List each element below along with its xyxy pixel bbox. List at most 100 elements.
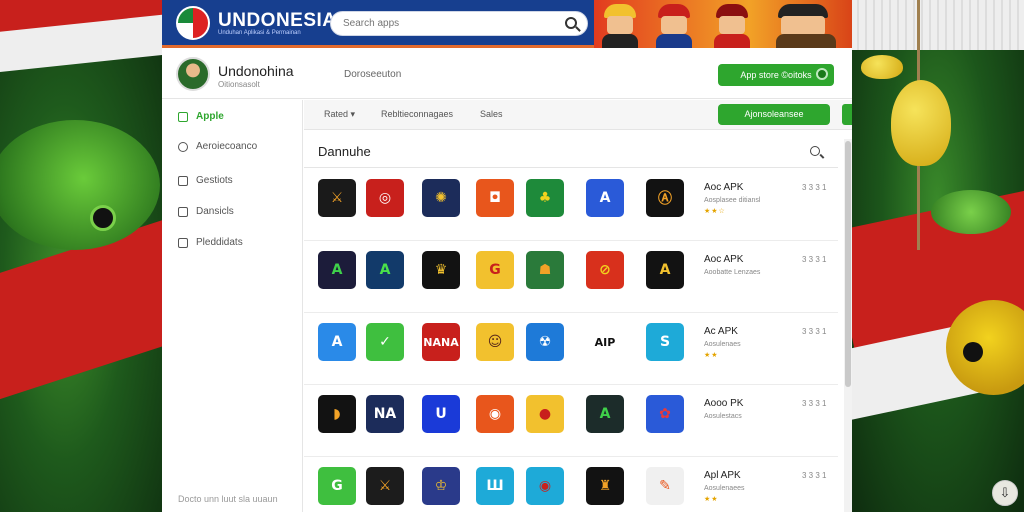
sidebar-item-details[interactable]: Dansicls [162,197,303,227]
user-name: Undonohina [218,63,294,79]
app-icon[interactable]: ✓ [366,323,404,361]
app-icon[interactable]: ☢ [526,323,564,361]
app-icon[interactable]: G [476,251,514,289]
app-icon[interactable]: ♣ [526,179,564,217]
app-list-panel: Dannuhe ⚔ ◎ ✺ ◘ ♣ A Ⓐ Aoc APK Aosplasee ditiansl… [304,131,852,512]
app-size: 3 3 3 1 [802,399,827,408]
app-icon[interactable]: ● [526,395,564,433]
sidebar-item-games[interactable]: Gestiots [162,166,303,196]
sidebar-item-products[interactable]: Pleddidats [162,228,303,258]
mascot-figure [772,2,842,48]
app-icon[interactable]: NANA [422,323,460,361]
app-icon[interactable]: ⚔ [366,467,404,505]
app-size: 3 3 3 1 [802,471,827,480]
sidebar-item-label: Dansicls [196,206,234,217]
filter-bar: Rated ▾ Rebltieconnagaes Sales Ajonsolea… [304,100,852,130]
app-icon[interactable]: Ш [476,467,514,505]
app-icon[interactable]: A [646,251,684,289]
filter-action-button[interactable]: Ajonsoleansee [718,104,830,125]
home-icon [178,112,188,122]
top-bar: UNDONESIA Unduhan Aplikasi & Permainan [162,0,852,48]
store-icon [816,68,828,80]
app-subtitle: Aoobatte Lenzaes [704,269,761,276]
brand-logo-icon[interactable] [176,6,210,40]
app-subtitle: Aosulenaes [704,341,741,348]
sidebar-item-label: Pleddidats [196,237,243,248]
app-name: Ac APK [704,326,738,337]
avatar[interactable] [176,57,210,91]
mascot-figure [710,2,754,48]
background-right: ⇩ [851,0,1024,512]
tab-sales[interactable]: Sales [480,109,503,119]
header-banner [594,0,852,48]
app-icon[interactable]: ◎ [366,179,404,217]
app-icon[interactable]: A [366,251,404,289]
download-fab-icon[interactable]: ⇩ [992,480,1018,506]
mascot-figure [652,2,696,48]
rating-stars: ★★☆ [704,208,726,215]
app-icon[interactable]: A [318,323,356,361]
app-name: Aooo PK [704,398,744,409]
sidebar-item-label: Gestiots [196,175,233,186]
scrollbar[interactable] [844,139,852,512]
mascot-figure [598,2,642,48]
document-icon [178,238,188,248]
app-icon[interactable]: ⊘ [586,251,624,289]
list-item[interactable]: G ⚔ ♔ Ш ◉ ♜ ✎ Apl APK Aosulenaees ★★ 3 3 3 1 [304,457,838,512]
app-icon[interactable]: ⚔ [318,179,356,217]
app-icon[interactable]: ☺ [476,323,514,361]
app-icon[interactable]: ♛ [422,251,460,289]
app-subtitle: Aosulestacs [704,413,742,420]
app-icon[interactable]: S [646,323,684,361]
list-item[interactable]: A ✓ NANA ☺ ☢ AIP S Ac APK Aosulenaes ★★ 3 3 3 1 [304,313,838,385]
search-icon[interactable] [810,146,820,156]
app-size: 3 3 3 1 [802,183,827,192]
app-icon[interactable]: ☗ [526,251,564,289]
user-subtitle: Oitionsasolt [218,80,260,89]
app-window: UNDONESIA Unduhan Aplikasi & Permainan U… [162,0,852,512]
tab-recommendations[interactable]: Rebltieconnagaes [381,109,453,119]
app-icon[interactable]: ♔ [422,467,460,505]
sidebar-item-search[interactable]: Aeroiecoanco [162,132,303,162]
brand-title[interactable]: UNDONESIA [218,10,337,32]
background-left [0,0,162,512]
list-item[interactable]: ⚔ ◎ ✺ ◘ ♣ A Ⓐ Aoc APK Aosplasee ditiansl ★★☆ 3 3 3… [304,169,838,241]
app-icon[interactable]: A [586,179,624,217]
app-icon[interactable]: ♜ [586,467,624,505]
app-icon[interactable]: AIP [586,323,624,361]
app-subtitle: Aosulenaees [704,485,745,492]
app-subtitle: Aosplasee ditiansl [704,197,761,204]
tab-rated[interactable]: Rated ▾ [324,109,355,120]
sidebar-footer: Docto unn luut sla uuaun [178,494,278,504]
app-icon[interactable]: ✿ [646,395,684,433]
app-icon[interactable]: NA [366,395,404,433]
sidebar-item-label: Aeroiecoanco [196,141,258,152]
profile-center-text: Doroseeuton [344,69,402,80]
app-icon[interactable]: ✺ [422,179,460,217]
app-icon[interactable]: ✎ [646,467,684,505]
app-icon[interactable]: A [586,395,624,433]
search-icon[interactable] [565,17,577,29]
app-icon[interactable]: U [422,395,460,433]
list-item[interactable]: ◗ NA U ◉ ● A ✿ Aooo PK Aosulestacs 3 3 3 1 [304,385,838,457]
app-name: Aoc APK [704,254,744,265]
app-icon[interactable]: ◉ [526,467,564,505]
brand-subtitle: Unduhan Aplikasi & Permainan [218,30,301,36]
app-icon[interactable]: A [318,251,356,289]
app-store-button-label: App store ©oitoks [740,70,812,80]
search-icon [178,142,188,152]
search-bar[interactable] [330,11,588,36]
list-item[interactable]: A A ♛ G ☗ ⊘ A Aoc APK Aoobatte Lenzaes 3 3 3 1 [304,241,838,313]
app-icon[interactable]: ◗ [318,395,356,433]
app-icon[interactable]: G [318,467,356,505]
sidebar-item-apps[interactable]: Apple [162,102,303,132]
app-icon[interactable]: ◘ [476,179,514,217]
search-input[interactable] [343,18,543,29]
sidebar-item-label: Apple [196,111,224,122]
app-store-button[interactable]: App store ©oitoks [718,64,834,86]
app-icon[interactable]: ◉ [476,395,514,433]
app-icon[interactable]: Ⓐ [646,179,684,217]
scrollbar-thumb[interactable] [845,141,851,387]
calendar-icon [178,176,188,186]
side-action-button[interactable] [842,104,852,125]
